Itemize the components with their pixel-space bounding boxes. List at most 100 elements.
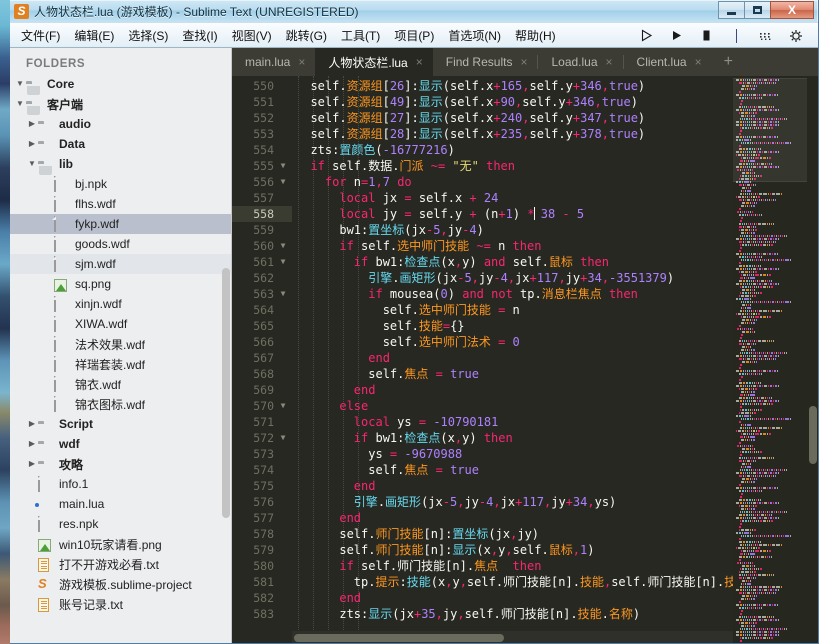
tree-item-攻略[interactable]: ▶攻略 <box>8 454 231 474</box>
gutter-line-572[interactable]: 572▼ <box>232 430 292 446</box>
gutter-line-583[interactable]: 583▼ <box>232 606 292 622</box>
gutter-line-567[interactable]: 567▼ <box>232 350 292 366</box>
tab-close-icon[interactable]: × <box>695 55 702 69</box>
gutter-line-577[interactable]: 577▼ <box>232 510 292 526</box>
gutter-line-581[interactable]: 581▼ <box>232 574 292 590</box>
grid-dots-icon[interactable] <box>758 28 774 44</box>
tree-item-res.npk[interactable]: res.npk <box>8 514 231 534</box>
tree-item-fykp.wdf[interactable]: fykp.wdf <box>8 214 231 234</box>
tree-item-bj.npk[interactable]: bj.npk <box>8 174 231 194</box>
tab-close-icon[interactable]: × <box>606 55 613 69</box>
gutter-line-566[interactable]: 566▼ <box>232 334 292 350</box>
tree-item-lib[interactable]: ▼lib <box>8 154 231 174</box>
gutter-line-565[interactable]: 565▼ <box>232 318 292 334</box>
menu-item-tools[interactable]: 工具(T) <box>334 24 387 47</box>
maximize-button[interactable] <box>744 1 771 19</box>
tree-item-Core[interactable]: ▼Core <box>8 74 231 94</box>
gutter-line-557[interactable]: 557▼ <box>232 190 292 206</box>
tab-close-icon[interactable]: × <box>298 55 305 69</box>
minimap[interactable] <box>733 76 807 644</box>
chevron-down-icon[interactable]: ▼ <box>14 100 26 108</box>
gutter-line-550[interactable]: 550▼ <box>232 78 292 94</box>
sidebar-scrollbar[interactable] <box>222 268 230 518</box>
fold-arrow-icon[interactable]: ▼ <box>278 258 288 266</box>
tab-Load.lua[interactable]: Load.lua× <box>538 48 622 76</box>
gutter-line-561[interactable]: 561▼ <box>232 254 292 270</box>
gutter-line-574[interactable]: 574▼ <box>232 462 292 478</box>
menu-item-preferences[interactable]: 首选项(N) <box>441 24 508 47</box>
tab-Find Results[interactable]: Find Results× <box>433 48 538 76</box>
menu-item-find[interactable]: 查找(I) <box>175 24 224 47</box>
tree-item-账号记录.txt[interactable]: 账号记录.txt <box>8 594 231 614</box>
menu-item-help[interactable]: 帮助(H) <box>508 24 563 47</box>
gutter-line-579[interactable]: 579▼ <box>232 542 292 558</box>
gutter-line-576[interactable]: 576▼ <box>232 494 292 510</box>
minimap-viewport[interactable] <box>733 78 807 182</box>
tree-item-锦衣图标.wdf[interactable]: 锦衣图标.wdf <box>8 394 231 414</box>
chevron-right-icon[interactable]: ▶ <box>26 120 38 128</box>
tree-item-锦衣.wdf[interactable]: 锦衣.wdf <box>8 374 231 394</box>
gutter-line-570[interactable]: 570▼ <box>232 398 292 414</box>
fold-arrow-icon[interactable]: ▼ <box>278 242 288 250</box>
chevron-right-icon[interactable]: ▶ <box>26 420 38 428</box>
tree-item-XIWA.wdf[interactable]: XIWA.wdf <box>8 314 231 334</box>
play-filled-icon[interactable] <box>668 28 684 44</box>
tree-item-win10玩家请看.png[interactable]: win10玩家请看.png <box>8 534 231 554</box>
gutter-line-562[interactable]: 562▼ <box>232 270 292 286</box>
gutter-line-564[interactable]: 564▼ <box>232 302 292 318</box>
chevron-right-icon[interactable]: ▶ <box>26 440 38 448</box>
gutter-line-558[interactable]: 558▼ <box>232 206 292 222</box>
gutter-line-569[interactable]: 569▼ <box>232 382 292 398</box>
tree-item-sq.png[interactable]: sq.png <box>8 274 231 294</box>
tree-item-sjm.wdf[interactable]: sjm.wdf <box>8 254 231 274</box>
menu-item-project[interactable]: 项目(P) <box>387 24 441 47</box>
code-area[interactable]: self.资源组[26]:显示(self.x+165,self.y+346,tr… <box>292 76 733 644</box>
tree-item-Data[interactable]: ▶Data <box>8 134 231 154</box>
menu-item-edit[interactable]: 编辑(E) <box>67 24 121 47</box>
menu-item-selection[interactable]: 选择(S) <box>121 24 175 47</box>
gutter-line-568[interactable]: 568▼ <box>232 366 292 382</box>
gutter-line-563[interactable]: 563▼ <box>232 286 292 302</box>
tab-close-icon[interactable]: × <box>416 55 423 69</box>
fold-arrow-icon[interactable]: ▼ <box>278 178 288 186</box>
gutter-line-553[interactable]: 553▼ <box>232 126 292 142</box>
tree-item-xinjn.wdf[interactable]: xinjn.wdf <box>8 294 231 314</box>
gutter-line-580[interactable]: 580▼ <box>232 558 292 574</box>
vertical-scrollbar-thumb[interactable] <box>809 406 817 464</box>
tree-item-audio[interactable]: ▶audio <box>8 114 231 134</box>
fold-arrow-icon[interactable]: ▼ <box>278 434 288 442</box>
chevron-right-icon[interactable]: ▶ <box>26 460 38 468</box>
horizontal-scrollbar[interactable] <box>292 631 733 644</box>
gutter-line-552[interactable]: 552▼ <box>232 110 292 126</box>
gear-icon[interactable] <box>788 28 804 44</box>
tree-item-main.lua[interactable]: main.lua <box>8 494 231 514</box>
fold-arrow-icon[interactable]: ▼ <box>278 162 288 170</box>
tab-Client.lua[interactable]: Client.lua× <box>624 48 712 76</box>
fold-arrow-icon[interactable]: ▼ <box>278 402 288 410</box>
gutter-line-551[interactable]: 551▼ <box>232 94 292 110</box>
menu-item-view[interactable]: 视图(V) <box>225 24 279 47</box>
gutter-line-554[interactable]: 554▼ <box>232 142 292 158</box>
chevron-down-icon[interactable]: ▼ <box>26 160 38 168</box>
tree-item-打不开游戏必看.txt[interactable]: 打不开游戏必看.txt <box>8 554 231 574</box>
gutter-line-573[interactable]: 573▼ <box>232 446 292 462</box>
tree-item-flhs.wdf[interactable]: flhs.wdf <box>8 194 231 214</box>
tab-main.lua[interactable]: main.lua× <box>232 48 315 76</box>
new-tab-button[interactable]: + <box>712 48 745 76</box>
gutter-line-555[interactable]: 555▼ <box>232 158 292 174</box>
horizontal-scrollbar-thumb[interactable] <box>294 634 504 642</box>
play-outline-icon[interactable] <box>638 28 654 44</box>
gutter-line-582[interactable]: 582▼ <box>232 590 292 606</box>
tree-item-goods.wdf[interactable]: goods.wdf <box>8 234 231 254</box>
minimize-button[interactable] <box>718 1 745 19</box>
menu-item-file[interactable]: 文件(F) <box>14 24 67 47</box>
tab-人物状态栏.lua[interactable]: 人物状态栏.lua× <box>315 48 432 76</box>
fold-arrow-icon[interactable]: ▼ <box>278 290 288 298</box>
tree-item-客户端[interactable]: ▼客户端 <box>8 94 231 114</box>
tree-item-祥瑞套装.wdf[interactable]: 祥瑞套装.wdf <box>8 354 231 374</box>
tree-item-Script[interactable]: ▶Script <box>8 414 231 434</box>
gutter-line-556[interactable]: 556▼ <box>232 174 292 190</box>
chevron-down-icon[interactable]: ▼ <box>14 80 26 88</box>
gutter-line-575[interactable]: 575▼ <box>232 478 292 494</box>
close-button[interactable]: X <box>770 1 814 19</box>
